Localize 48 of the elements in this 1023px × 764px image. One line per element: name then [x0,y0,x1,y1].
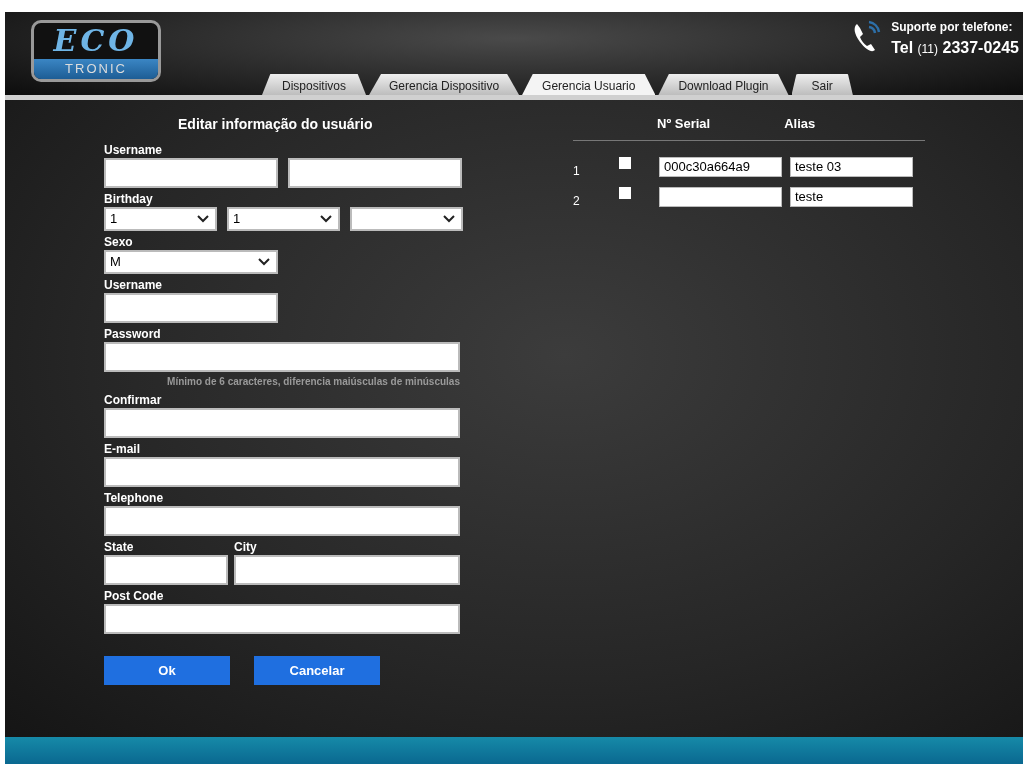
input-field[interactable] [104,293,278,323]
support-label: Suporte por telefone: [891,19,1014,36]
row-number: 1 [573,162,581,180]
input-field[interactable] [104,555,228,585]
field-label: State [104,540,135,555]
field-label: Sexo [104,235,134,250]
row-number: 2 [573,192,581,210]
cancel-button[interactable]: Cancelar [254,656,380,685]
input-field[interactable] [288,158,462,188]
field-label: Telephone [104,491,165,506]
input-field[interactable] [104,506,460,536]
dropdown[interactable] [350,207,463,231]
dropdown[interactable]: M [104,250,278,274]
field-label: Username [104,278,164,293]
tab[interactable]: Dispositivos [262,74,367,95]
logo-text: ECO [52,23,140,59]
tab[interactable]: Sair [791,74,853,95]
checkbox[interactable] [619,186,631,199]
logo-subtext: TRONIC [34,59,158,79]
field-label: Post Code [104,589,165,604]
support-phone: Tel (11) 2337-0245 [891,38,1019,58]
column-header: Alias [784,115,816,133]
tab[interactable]: Download Plugin [658,74,789,95]
input-field[interactable] [234,555,460,585]
tab[interactable]: Gerencia Dispositivo [369,74,520,95]
field-label: Birthday [104,192,154,207]
column-header: Nº Serial [657,115,711,133]
input-field[interactable] [104,457,460,487]
serial-field[interactable] [659,186,782,207]
dropdown[interactable]: 1 [227,207,340,231]
form-title: Editar informação do usuário [178,115,374,134]
field-label: Password [104,327,162,342]
input-field[interactable] [104,342,460,372]
field-label: E-mail [104,442,141,457]
checkbox[interactable] [619,156,631,169]
field-label: Username [104,143,164,158]
ok-button[interactable]: Ok [104,656,230,685]
input-field[interactable] [104,408,460,438]
field-label: City [234,540,258,555]
input-field[interactable] [104,604,460,634]
hint-text: Mínimo de 6 caracteres, diferencia maiúsculas de minúsculas [166,375,460,389]
alias-field[interactable]: teste [790,186,913,207]
dropdown[interactable]: 1 [104,207,217,231]
tab[interactable]: Gerencia Usuario [522,74,656,95]
input-field[interactable] [104,158,278,188]
serial-field[interactable]: 000c30a664a9 [659,156,782,177]
alias-field[interactable]: teste 03 [790,156,913,177]
field-label: Confirmar [104,393,163,408]
